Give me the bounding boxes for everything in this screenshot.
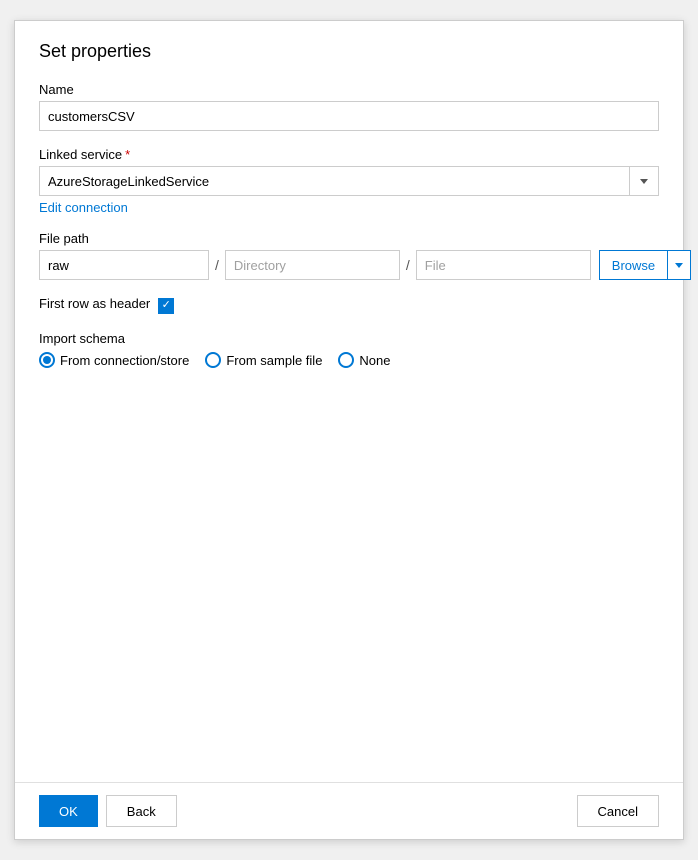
linked-service-dropdown[interactable]: AzureStorageLinkedService [39,166,659,196]
first-row-header-row: First row as header ✓ [39,296,659,315]
radio-circle-from-sample [205,352,221,368]
cancel-button[interactable]: Cancel [577,795,659,827]
dialog-content: Set properties Name Linked service * Azu… [15,21,683,782]
file-path-file-input[interactable] [416,250,591,280]
checkmark-icon: ✓ [162,300,171,311]
radio-label-from-connection: From connection/store [60,353,189,368]
linked-service-dropdown-wrapper: AzureStorageLinkedService [39,166,659,196]
file-path-field-group: File path / / Browse [39,231,659,280]
required-indicator: * [125,147,130,162]
import-schema-radio-group: From connection/store From sample file N… [39,352,659,368]
name-input[interactable] [39,101,659,131]
file-path-directory-input[interactable] [225,250,400,280]
edit-connection-link[interactable]: Edit connection [39,200,128,215]
linked-service-field-group: Linked service * AzureStorageLinkedServi… [39,147,659,215]
file-path-label: File path [39,231,659,246]
first-row-header-label: First row as header [39,296,150,311]
radio-label-none: None [359,353,390,368]
first-row-header-checkbox[interactable]: ✓ [158,298,174,314]
radio-option-from-sample[interactable]: From sample file [205,352,322,368]
file-path-row: / / Browse [39,250,659,280]
radio-option-none[interactable]: None [338,352,390,368]
browse-dropdown-button[interactable] [667,250,691,280]
linked-service-label: Linked service * [39,147,659,162]
name-label: Name [39,82,659,97]
import-schema-label: Import schema [39,331,659,346]
dialog-footer: OK Back Cancel [15,782,683,839]
ok-button[interactable]: OK [39,795,98,827]
radio-circle-from-connection [39,352,55,368]
radio-option-from-connection[interactable]: From connection/store [39,352,189,368]
set-properties-dialog: Set properties Name Linked service * Azu… [14,20,684,840]
import-schema-section: Import schema From connection/store From… [39,331,659,368]
file-path-separator-1: / [209,250,225,280]
back-button[interactable]: Back [106,795,177,827]
footer-left-buttons: OK Back [39,795,177,827]
radio-label-from-sample: From sample file [226,353,322,368]
dialog-title: Set properties [39,41,659,62]
browse-button[interactable]: Browse [599,250,667,280]
first-row-header-field-group: First row as header ✓ [39,296,659,315]
name-field-group: Name [39,82,659,131]
file-path-separator-2: / [400,250,416,280]
browse-button-group: Browse [599,250,691,280]
radio-circle-none [338,352,354,368]
file-path-raw-input[interactable] [39,250,209,280]
